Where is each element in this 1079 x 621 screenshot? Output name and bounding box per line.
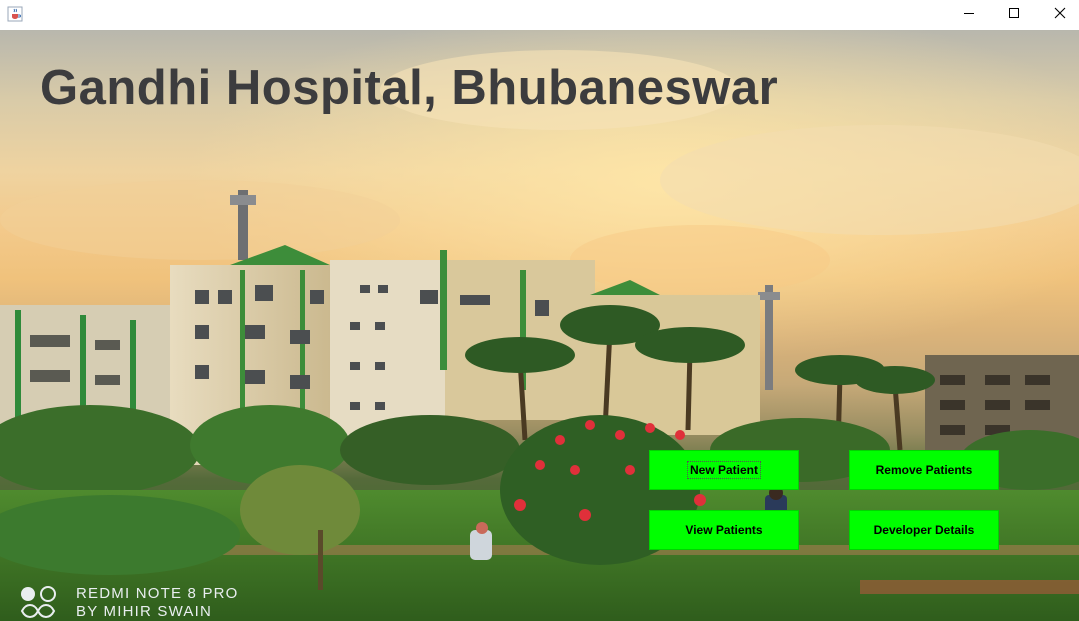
developer-details-button[interactable]: Developer Details <box>849 510 999 550</box>
view-patients-button[interactable]: View Patients <box>649 510 799 550</box>
window-titlebar <box>0 0 1079 30</box>
hospital-title: Gandhi Hospital, Bhubaneswar <box>40 61 779 115</box>
remove-patients-button[interactable]: Remove Patients <box>849 450 999 490</box>
watermark-line-2: BY MIHIR SWAIN <box>76 603 212 620</box>
developer-details-label: Developer Details <box>873 523 975 537</box>
new-patient-label: New Patient <box>686 461 762 479</box>
maximize-button[interactable] <box>991 0 1037 30</box>
minimize-icon <box>963 6 975 24</box>
new-patient-button[interactable]: New Patient <box>649 450 799 490</box>
java-cup-icon <box>7 6 23 22</box>
remove-patients-label: Remove Patients <box>875 463 973 477</box>
main-panel: Gandhi Hospital, Bhubaneswar New Patient… <box>0 30 1079 621</box>
photo-watermark: REDMI NOTE 8 PRO BY MIHIR SWAIN <box>18 583 278 621</box>
view-patients-label: View Patients <box>685 523 763 537</box>
close-icon <box>1054 6 1066 24</box>
camera-logo-icon <box>18 585 62 621</box>
close-button[interactable] <box>1037 0 1079 30</box>
minimize-button[interactable] <box>946 0 992 30</box>
maximize-icon <box>1008 6 1020 24</box>
watermark-line-1: REDMI NOTE 8 PRO <box>76 585 239 602</box>
